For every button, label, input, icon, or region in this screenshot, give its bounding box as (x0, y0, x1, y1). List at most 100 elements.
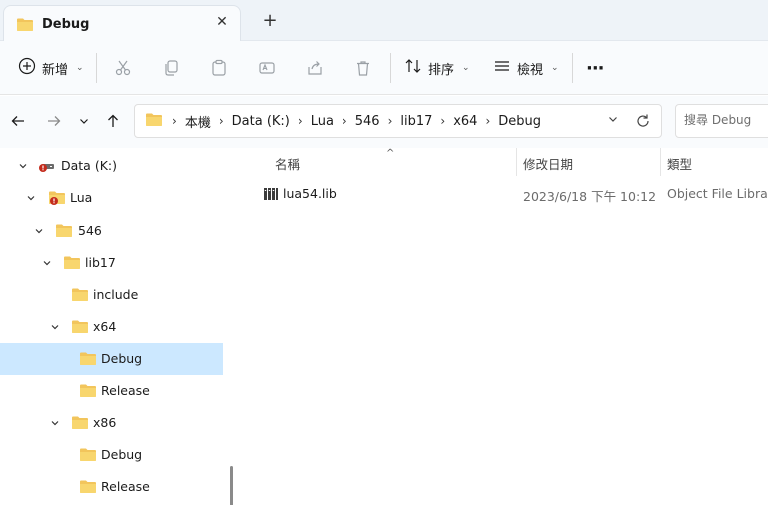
folder-icon (79, 383, 97, 401)
divider (390, 53, 391, 83)
delete-button[interactable] (350, 55, 376, 81)
chevron-down-icon (80, 119, 88, 124)
tree-item-label: 546 (78, 223, 102, 238)
close-tab-button[interactable]: ✕ (212, 12, 232, 32)
tree-item-label: Release (101, 479, 150, 494)
paste-button[interactable] (206, 55, 232, 81)
chevron-down-icon[interactable] (49, 417, 61, 429)
scissors-icon (115, 60, 131, 76)
cut-button[interactable] (110, 55, 136, 81)
share-icon (308, 61, 322, 75)
table-row[interactable]: lua54.lib 2023/6/18 下午 10:12 Object File… (260, 180, 768, 208)
chevron-right-icon[interactable]: › (485, 114, 490, 128)
tree-item-x86-debug[interactable]: Debug (0, 439, 223, 471)
tree-item-x64[interactable]: x64 (0, 311, 223, 343)
new-tab-button[interactable]: + (260, 11, 280, 31)
column-header-name[interactable]: 名稱 (275, 154, 300, 173)
folder-icon (16, 17, 34, 35)
breadcrumb-x64[interactable]: x64 (453, 114, 477, 129)
column-header-type[interactable]: 類型 (667, 154, 692, 173)
copy-button[interactable] (158, 55, 184, 81)
chevron-right-icon[interactable]: › (388, 114, 393, 128)
view-list-icon (493, 57, 511, 79)
chevron-right-icon[interactable]: › (172, 114, 177, 128)
share-button[interactable] (302, 55, 328, 81)
breadcrumb-lua[interactable]: Lua (311, 114, 334, 129)
tree-item-label: Lua (70, 190, 93, 205)
chevron-right-icon[interactable]: › (342, 114, 347, 128)
breadcrumb-debug[interactable]: Debug (498, 114, 541, 129)
recent-locations-button[interactable] (73, 110, 95, 132)
view-button[interactable]: 檢視 ⌄ (493, 55, 559, 81)
tree-item-x86[interactable]: x86 (0, 407, 223, 439)
forward-button[interactable] (43, 110, 65, 132)
tree-item-label: lib17 (85, 255, 116, 270)
tree-item-546[interactable]: 546 (0, 215, 223, 247)
tree-item-x86-release[interactable]: Release (0, 471, 223, 503)
tab-strip: Debug ✕ + (0, 0, 768, 42)
arrow-up-icon (108, 114, 118, 127)
copy-icon (165, 60, 178, 76)
folder-icon (71, 287, 89, 305)
folder-icon (79, 479, 97, 497)
chevron-down-icon: ⌄ (76, 63, 84, 73)
chevron-right-icon[interactable]: › (219, 114, 224, 128)
chevron-down-icon: ⌄ (551, 63, 559, 73)
rename-button[interactable] (254, 55, 280, 81)
chevron-down-icon[interactable] (25, 192, 37, 204)
folder-icon (79, 447, 97, 465)
column-header-modified[interactable]: 修改日期 (523, 154, 573, 173)
back-button[interactable] (7, 110, 29, 132)
chevron-right-icon[interactable]: › (440, 114, 445, 128)
search-input[interactable] (684, 113, 768, 127)
folder-icon (71, 415, 89, 433)
folder-icon (79, 351, 97, 369)
chevron-right-icon[interactable]: › (298, 114, 303, 128)
breadcrumb-546[interactable]: 546 (355, 114, 380, 129)
breadcrumb-this-pc[interactable]: 本機 (185, 112, 211, 131)
address-history-button[interactable] (607, 113, 619, 128)
tab-debug[interactable]: Debug ✕ (3, 5, 241, 42)
column-divider[interactable] (660, 148, 661, 176)
rename-icon (259, 62, 275, 74)
address-bar[interactable]: › 本機 › Data (K:) › Lua › 546 › lib17 › x… (134, 104, 662, 138)
file-list: ^ 名稱 修改日期 類型 lua54.lib 2023/6/18 下午 10:1… (240, 148, 768, 505)
sort-ascending-icon: ^ (386, 148, 395, 159)
trash-icon (357, 61, 369, 76)
folder-icon (145, 112, 163, 131)
tree-item-label: Release (101, 383, 150, 398)
divider (96, 53, 97, 83)
nav-scrollbar[interactable] (230, 466, 233, 505)
address-row: › 本機 › Data (K:) › Lua › 546 › lib17 › x… (0, 96, 768, 148)
more-options-button[interactable]: ··· (586, 55, 604, 81)
tree-item-x64-release[interactable]: Release (0, 375, 223, 407)
search-box[interactable] (675, 104, 768, 138)
chevron-down-icon[interactable] (41, 257, 53, 269)
chevron-down-icon[interactable] (17, 160, 29, 172)
file-type: Object File Library (667, 186, 768, 201)
plus-circle-icon (18, 57, 36, 79)
tree-item-lib17[interactable]: lib17 (0, 247, 223, 279)
tree-item-data-drive[interactable]: Data (K:) (0, 150, 223, 182)
navigation-pane: Data (K:) Lua 546 lib17 include x64 Debu… (0, 148, 240, 505)
tree-item-lua[interactable]: Lua (0, 182, 223, 214)
up-button[interactable] (102, 110, 124, 132)
new-label: 新增 (42, 62, 69, 78)
column-divider[interactable] (516, 148, 517, 176)
chevron-down-icon[interactable] (49, 321, 61, 333)
tree-item-label: Debug (101, 447, 143, 462)
tree-item-label: x86 (93, 415, 117, 430)
file-name: lua54.lib (283, 186, 337, 201)
tree-item-x64-debug[interactable]: Debug (0, 343, 223, 375)
sort-button[interactable]: 排序 ⌄ (404, 55, 470, 81)
breadcrumb-drive[interactable]: Data (K:) (232, 114, 290, 129)
refresh-button[interactable] (633, 111, 653, 131)
tree-item-include[interactable]: include (0, 279, 223, 311)
arrow-right-icon (48, 116, 61, 126)
breadcrumb: › 本機 › Data (K:) › Lua › 546 › lib17 › x… (145, 105, 541, 137)
chevron-down-icon[interactable] (33, 225, 45, 237)
breadcrumb-lib17[interactable]: lib17 (400, 114, 432, 129)
new-button[interactable]: 新增 ⌄ (18, 55, 84, 81)
sort-label: 排序 (428, 62, 455, 78)
arrow-left-icon (11, 116, 24, 126)
